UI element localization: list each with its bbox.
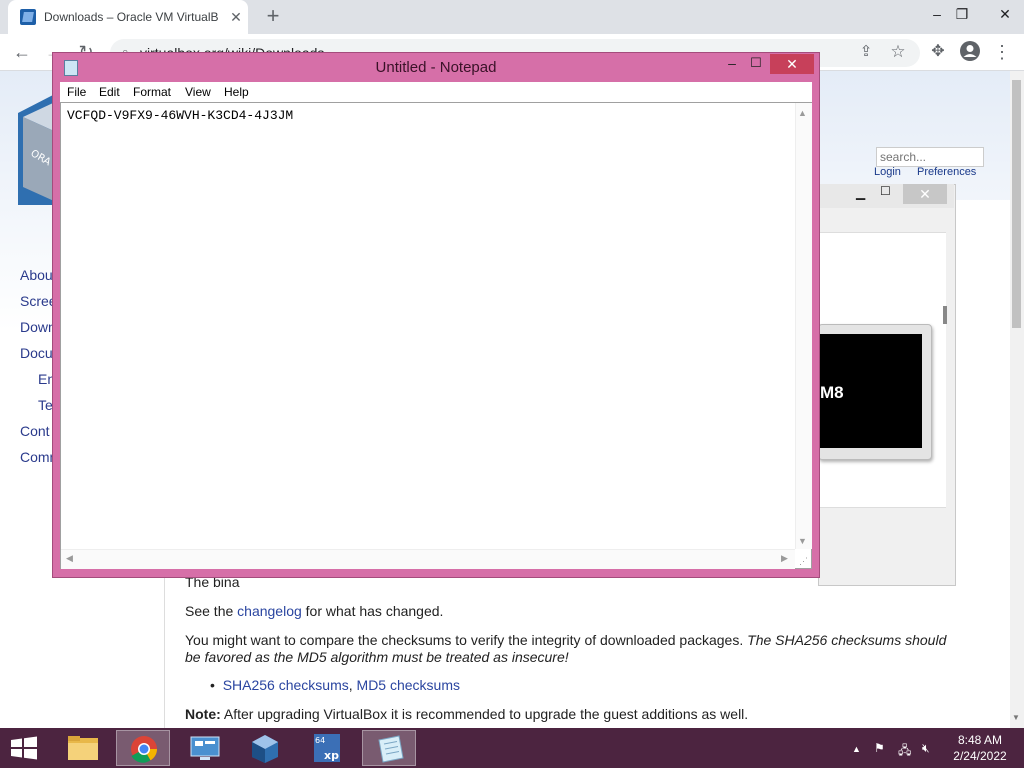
notepad-content[interactable]: VCFQD-V9FX9-46WVH-K3CD4-4J3JM: [67, 108, 293, 123]
new-tab-button[interactable]: +: [260, 4, 286, 30]
resize-grip-icon[interactable]: ⋰: [799, 556, 808, 567]
notepad-menubar: [60, 82, 812, 102]
show-hidden-icons-button[interactable]: ▲: [852, 744, 861, 754]
taskbar-file-explorer[interactable]: [56, 730, 110, 766]
wiki-search-input[interactable]: [876, 147, 984, 167]
window-close-button[interactable]: ✕: [988, 0, 1022, 30]
background-window-scrollbar[interactable]: [943, 306, 947, 324]
windows-xp-vm-icon: 64 xp: [314, 734, 340, 762]
clock-date[interactable]: 2/24/2022: [945, 749, 1015, 763]
md5-checksums-link[interactable]: MD5 checksums: [357, 677, 460, 693]
profile-avatar-icon[interactable]: [958, 40, 982, 64]
scroll-left-arrow-icon[interactable]: ◀: [66, 553, 73, 564]
vm-preview-text: M8: [820, 383, 844, 402]
notepad-icon[interactable]: [64, 60, 78, 76]
background-window-close-button[interactable]: ✕: [903, 184, 947, 204]
menu-edit[interactable]: Edit: [99, 85, 120, 99]
menu-format[interactable]: Format: [133, 85, 171, 99]
nav-link-about[interactable]: Abou: [20, 267, 54, 283]
tab-title: Downloads – Oracle VM VirtualB: [44, 10, 219, 24]
scroll-down-arrow-icon[interactable]: ▼: [798, 536, 807, 546]
notepad-minimize-button[interactable]: –: [722, 55, 742, 71]
nav-link-documentation[interactable]: Docu: [20, 345, 54, 361]
svg-text:xp: xp: [324, 749, 339, 762]
volume-muted-icon[interactable]: 🔇︎: [922, 741, 930, 756]
virtualbox-app-icon: [252, 735, 278, 763]
window-maximize-button[interactable]: ❐: [945, 0, 979, 30]
notepad-text-area[interactable]: [60, 102, 812, 569]
background-window-maximize-button[interactable]: ☐: [880, 184, 891, 198]
scroll-up-arrow-icon[interactable]: ▲: [798, 108, 807, 118]
changelog-text-post: for what has changed.: [301, 603, 444, 619]
taskbar-virtualbox[interactable]: [238, 730, 292, 766]
start-button[interactable]: [0, 728, 48, 768]
bookmark-star-icon[interactable]: ☆: [886, 40, 910, 64]
changelog-link[interactable]: changelog: [237, 603, 302, 619]
notepad-vertical-scrollbar[interactable]: [795, 103, 812, 549]
notepad-close-button[interactable]: ✕: [770, 54, 814, 74]
login-link[interactable]: Login: [874, 166, 901, 178]
checksum-text: You might want to compare the checksums …: [185, 632, 744, 648]
page-scroll-down-arrow[interactable]: ▼: [1012, 713, 1020, 722]
checksum-paragraph: You might want to compare the checksums …: [185, 632, 960, 666]
taskbar-remote-desktop[interactable]: [178, 730, 232, 766]
svg-text:64: 64: [315, 736, 325, 745]
chrome-icon: [131, 736, 158, 763]
nav-link-community[interactable]: Comm: [20, 449, 54, 465]
menu-help[interactable]: Help: [224, 85, 249, 99]
note-paragraph: Note: After upgrading VirtualBox it is r…: [185, 706, 748, 722]
note-text: After upgrading VirtualBox it is recomme…: [223, 706, 749, 722]
note-label: Note:: [185, 706, 221, 722]
sha256-checksums-link[interactable]: SHA256 checksums: [223, 677, 349, 693]
notepad-title: Untitled - Notepad: [375, 59, 497, 76]
taskbar-vm-xp[interactable]: 64 xp: [300, 730, 354, 766]
scroll-right-arrow-icon[interactable]: ▶: [781, 553, 788, 564]
extensions-puzzle-icon[interactable]: ✥: [926, 40, 950, 64]
changelog-paragraph: See the changelog for what has changed.: [185, 603, 443, 619]
notepad-app-icon: [378, 735, 404, 763]
network-icon[interactable]: 🖧︎: [898, 741, 911, 762]
windows-logo-icon: [11, 736, 37, 760]
tab-close-icon[interactable]: ✕: [226, 7, 246, 27]
checksum-list-item: • SHA256 checksums, MD5 checksums: [210, 677, 460, 693]
notepad-maximize-button[interactable]: ☐: [746, 55, 766, 71]
menu-file[interactable]: File: [67, 85, 86, 99]
folder-icon: [68, 736, 98, 760]
remote-desktop-icon: [190, 736, 220, 760]
browser-menu-icon[interactable]: ⋮: [990, 40, 1014, 64]
notepad-horizontal-scrollbar[interactable]: [61, 549, 795, 569]
taskbar-chrome[interactable]: [116, 730, 170, 766]
preferences-link[interactable]: Preferences: [917, 166, 976, 178]
menu-view[interactable]: View: [185, 85, 211, 99]
nav-link-screenshots[interactable]: Scree: [20, 293, 54, 309]
browser-tab[interactable]: Downloads – Oracle VM VirtualB ✕: [8, 0, 248, 34]
nav-link-contribute[interactable]: Cont: [20, 423, 54, 439]
share-icon[interactable]: ⇪: [854, 40, 878, 64]
back-arrow-icon[interactable]: ←: [10, 40, 34, 64]
clock-time[interactable]: 8:48 AM: [945, 733, 1015, 747]
action-center-flag-icon[interactable]: ⚑: [874, 741, 885, 755]
virtualbox-favicon-icon: [20, 9, 36, 25]
nav-link-downloads[interactable]: Down: [20, 319, 54, 335]
taskbar-notepad[interactable]: [362, 730, 416, 766]
page-scrollbar-thumb[interactable]: [1012, 80, 1021, 328]
changelog-text-pre: See the: [185, 603, 238, 619]
background-window-minimize-button[interactable]: ▁: [856, 186, 865, 200]
